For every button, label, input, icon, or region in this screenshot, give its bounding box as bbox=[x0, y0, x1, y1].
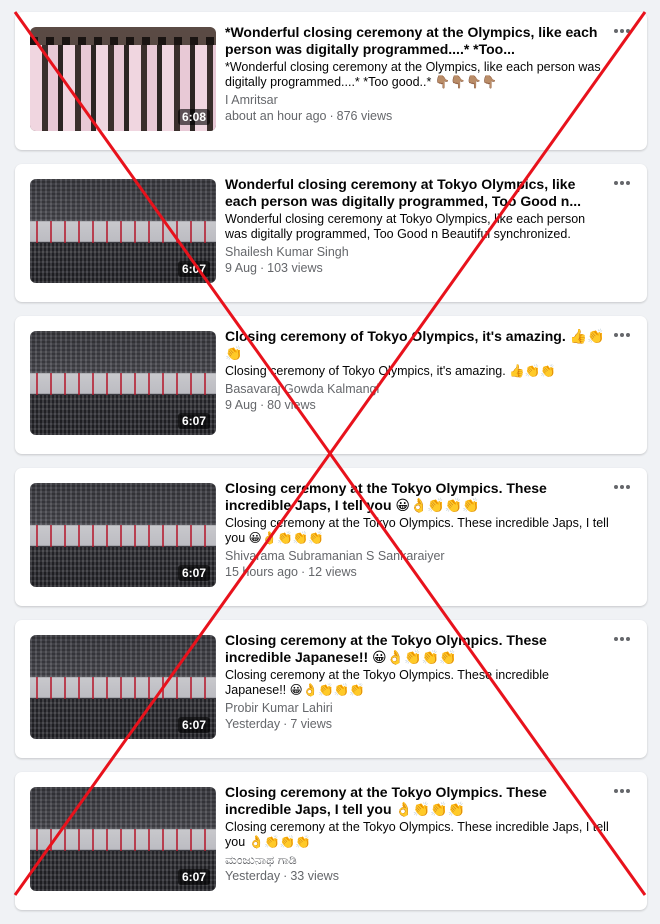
video-author[interactable]: Shivarama Subramanian S Sankaraiyer bbox=[225, 548, 610, 564]
video-meta: 9 Aug · 80 views bbox=[225, 397, 610, 413]
video-meta: Yesterday · 7 views bbox=[225, 716, 610, 732]
video-time: Yesterday bbox=[225, 869, 281, 883]
video-card[interactable]: 6:07 Closing ceremony at the Tokyo Olymp… bbox=[15, 772, 647, 910]
video-feed: 6:08 *Wonderful closing ceremony at the … bbox=[15, 12, 647, 924]
video-description: Closing ceremony at the Tokyo Olympics. … bbox=[225, 516, 609, 545]
video-author[interactable]: I Amritsar bbox=[225, 92, 610, 108]
meta-separator: · bbox=[283, 717, 288, 731]
more-options-icon[interactable] bbox=[611, 22, 633, 40]
video-info: Wonderful closing ceremony at Tokyo Olym… bbox=[225, 176, 610, 276]
video-duration: 6:07 bbox=[177, 565, 210, 581]
video-card[interactable]: 6:07 Closing ceremony at the Tokyo Olymp… bbox=[15, 468, 647, 606]
video-duration: 6:07 bbox=[177, 413, 210, 429]
video-title[interactable]: Closing ceremony at the Tokyo Olympics. … bbox=[225, 784, 610, 818]
video-info: Closing ceremony of Tokyo Olympics, it's… bbox=[225, 328, 610, 413]
video-thumbnail[interactable]: 6:07 bbox=[30, 179, 216, 283]
video-views: 7 views bbox=[290, 717, 332, 731]
video-duration: 6:07 bbox=[177, 869, 210, 885]
video-title[interactable]: Closing ceremony at the Tokyo Olympics. … bbox=[225, 632, 610, 666]
video-views: 103 views bbox=[267, 261, 323, 275]
video-views: 33 views bbox=[290, 869, 339, 883]
video-title[interactable]: Closing ceremony at the Tokyo Olympics. … bbox=[225, 480, 610, 514]
video-meta: 9 Aug · 103 views bbox=[225, 260, 610, 276]
video-duration: 6:07 bbox=[177, 261, 210, 277]
video-card[interactable]: 6:07 Closing ceremony at the Tokyo Olymp… bbox=[15, 620, 647, 758]
video-duration: 6:07 bbox=[177, 717, 210, 733]
video-info: *Wonderful closing ceremony at the Olymp… bbox=[225, 24, 610, 124]
more-options-icon[interactable] bbox=[611, 782, 633, 800]
video-meta: about an hour ago · 876 views bbox=[225, 108, 610, 124]
video-description: Closing ceremony of Tokyo Olympics, it's… bbox=[225, 364, 556, 378]
meta-separator: · bbox=[283, 869, 288, 883]
meta-separator: · bbox=[259, 261, 265, 275]
video-card[interactable]: 6:07 Wonderful closing ceremony at Tokyo… bbox=[15, 164, 647, 302]
video-time: 15 hours ago bbox=[225, 565, 298, 579]
video-time: 9 Aug bbox=[225, 261, 257, 275]
video-title[interactable]: Closing ceremony of Tokyo Olympics, it's… bbox=[225, 328, 610, 362]
video-thumbnail[interactable]: 6:07 bbox=[30, 787, 216, 891]
video-thumbnail[interactable]: 6:07 bbox=[30, 635, 216, 739]
video-author[interactable]: Shailesh Kumar Singh bbox=[225, 244, 610, 260]
video-card[interactable]: 6:08 *Wonderful closing ceremony at the … bbox=[15, 12, 647, 150]
video-description: Wonderful closing ceremony at Tokyo Olym… bbox=[225, 212, 586, 241]
video-description: Closing ceremony at the Tokyo Olympics. … bbox=[225, 668, 549, 697]
video-views: 876 views bbox=[336, 109, 393, 123]
video-time: 9 Aug bbox=[225, 398, 257, 412]
video-title[interactable]: Wonderful closing ceremony at Tokyo Olym… bbox=[225, 176, 610, 210]
video-description: Closing ceremony at the Tokyo Olympics. … bbox=[225, 820, 609, 849]
more-options-icon[interactable] bbox=[611, 478, 633, 496]
video-thumbnail[interactable]: 6:07 bbox=[30, 331, 216, 435]
video-meta: Yesterday · 33 views bbox=[225, 868, 610, 884]
video-author[interactable]: Probir Kumar Lahiri bbox=[225, 700, 610, 716]
more-options-icon[interactable] bbox=[611, 630, 633, 648]
video-meta: 15 hours ago · 12 views bbox=[225, 564, 610, 580]
meta-separator: · bbox=[329, 109, 334, 123]
meta-separator: · bbox=[259, 398, 265, 412]
video-info: Closing ceremony at the Tokyo Olympics. … bbox=[225, 632, 610, 732]
video-views: 80 views bbox=[267, 398, 316, 412]
video-card[interactable]: 6:07 Closing ceremony of Tokyo Olympics,… bbox=[15, 316, 647, 454]
more-options-icon[interactable] bbox=[611, 174, 633, 192]
video-thumbnail[interactable]: 6:07 bbox=[30, 483, 216, 587]
video-author[interactable]: ಮಂಜುನಾಥ ಗಾಡಿ bbox=[225, 852, 610, 868]
video-time: Yesterday bbox=[225, 717, 281, 731]
video-views: 12 views bbox=[308, 565, 357, 579]
video-title[interactable]: *Wonderful closing ceremony at the Olymp… bbox=[225, 24, 610, 58]
video-duration: 6:08 bbox=[177, 109, 210, 125]
video-time: about an hour ago bbox=[225, 109, 327, 123]
meta-separator: · bbox=[300, 565, 306, 579]
video-description: *Wonderful closing ceremony at the Olymp… bbox=[225, 60, 601, 89]
more-options-icon[interactable] bbox=[611, 326, 633, 344]
video-info: Closing ceremony at the Tokyo Olympics. … bbox=[225, 784, 610, 884]
video-thumbnail[interactable]: 6:08 bbox=[30, 27, 216, 131]
video-info: Closing ceremony at the Tokyo Olympics. … bbox=[225, 480, 610, 580]
video-author[interactable]: Basavaraj Gowda Kalmangi bbox=[225, 381, 610, 397]
